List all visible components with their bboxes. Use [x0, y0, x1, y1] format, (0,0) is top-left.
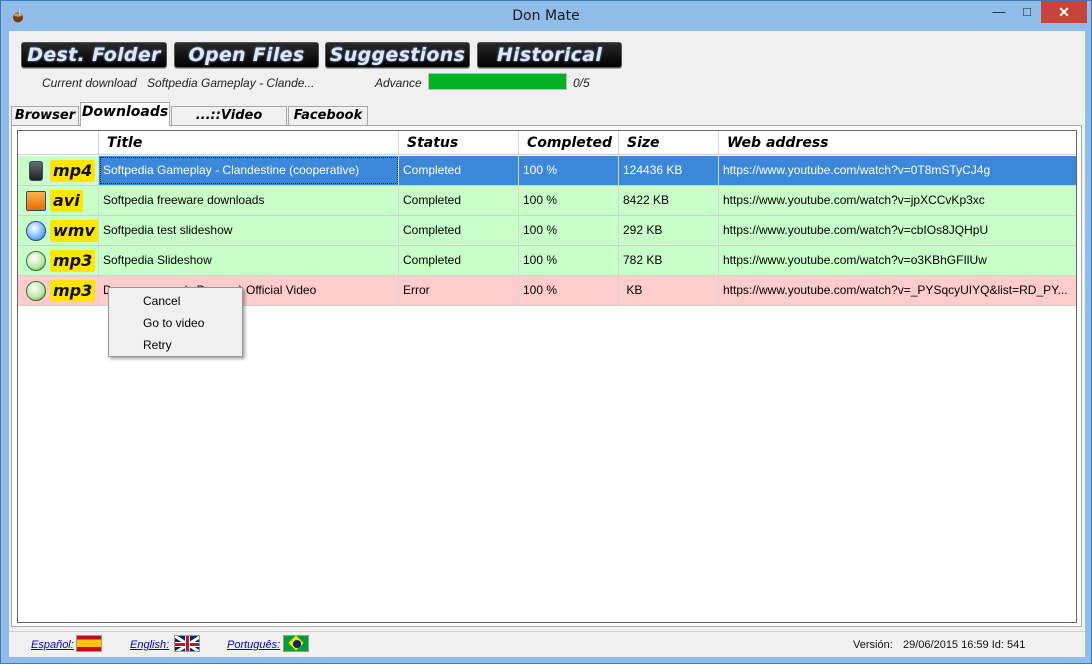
tab-video-club[interactable]: ...::Video Club::...	[171, 106, 287, 141]
phone-icon	[29, 161, 43, 181]
format-cell: mp3	[18, 246, 99, 275]
brazil-flag-icon[interactable]	[283, 635, 309, 652]
suggestions-button[interactable]: Suggestions	[325, 42, 470, 68]
progress-fill	[429, 74, 566, 89]
version-value: 29/06/2015 16:59 Id: 541	[903, 639, 1026, 651]
format-badge: mp3	[50, 250, 96, 272]
completed-cell[interactable]: 100 %	[519, 216, 619, 245]
title-cell[interactable]: Softpedia freeware downloads	[99, 186, 399, 215]
window-title: Don Mate	[512, 8, 580, 24]
tab-facebook[interactable]: Facebook	[288, 106, 368, 125]
column-header-web-address[interactable]: Web address	[719, 131, 1076, 155]
completed-cell[interactable]: 100 %	[519, 246, 619, 275]
format-badge: avi	[50, 190, 83, 212]
title-cell[interactable]: Softpedia Gameplay - Clandestine (cooper…	[99, 156, 399, 185]
title-bar[interactable]: Don Mate — □ ✕	[1, 1, 1091, 31]
music-note-icon	[26, 281, 46, 301]
status-cell[interactable]: Completed	[399, 216, 519, 245]
format-badge: mp3	[50, 280, 96, 302]
size-cell[interactable]: 8422 KB	[619, 186, 719, 215]
current-download-label: Current download	[42, 76, 137, 90]
uk-flag-icon[interactable]	[174, 635, 200, 652]
completed-cell[interactable]: 100 %	[519, 186, 619, 215]
completed-cell[interactable]: 100 %	[519, 276, 619, 305]
advance-progress-bar	[428, 73, 567, 90]
title-cell[interactable]: Softpedia Slideshow	[99, 246, 399, 275]
grid-header: Title Status Completed Size Web address	[18, 131, 1076, 155]
column-header-status[interactable]: Status	[399, 131, 519, 155]
version-label: Versión:	[853, 639, 893, 651]
column-header-format[interactable]	[18, 131, 99, 155]
completed-cell[interactable]: 100 %	[519, 156, 619, 185]
maximize-button[interactable]: □	[1014, 1, 1040, 23]
music-note-icon	[26, 251, 46, 271]
context-menu: Cancel Go to video Retry	[108, 287, 243, 357]
title-cell[interactable]: Softpedia test slideshow	[99, 216, 399, 245]
web-address-cell[interactable]: https://www.youtube.com/watch?v=jpXCCvKp…	[719, 186, 1076, 215]
downloads-grid[interactable]: Title Status Completed Size Web address …	[17, 130, 1077, 623]
close-button[interactable]: ✕	[1041, 1, 1087, 23]
dest-folder-button[interactable]: Dest. Folder	[21, 42, 167, 68]
web-address-cell[interactable]: https://www.youtube.com/watch?v=cbIOs8JQ…	[719, 216, 1076, 245]
minimize-button[interactable]: —	[986, 1, 1012, 23]
table-row[interactable]: wmv Softpedia test slideshow Completed 1…	[18, 216, 1076, 246]
format-cell: wmv	[18, 216, 99, 245]
size-cell[interactable]: 124436 KB	[619, 156, 719, 185]
context-retry-item[interactable]: Retry	[111, 334, 240, 356]
column-header-title[interactable]: Title	[99, 131, 399, 155]
status-cell[interactable]: Completed	[399, 156, 519, 185]
status-cell[interactable]: Error	[399, 276, 519, 305]
table-row[interactable]: mp4 Softpedia Gameplay - Clandestine (co…	[18, 156, 1076, 186]
table-row[interactable]: mp3 Softpedia Slideshow Completed 100 % …	[18, 246, 1076, 276]
column-header-completed[interactable]: Completed	[519, 131, 619, 155]
column-header-size[interactable]: Size	[619, 131, 719, 155]
size-cell[interactable]: 292 KB	[619, 216, 719, 245]
size-cell[interactable]: KB	[619, 276, 719, 305]
media-player-icon	[26, 221, 46, 241]
portuguese-language-link[interactable]: Português:	[227, 639, 280, 651]
downloads-tab-page: Title Status Completed Size Web address …	[11, 125, 1082, 627]
status-cell[interactable]: Completed	[399, 246, 519, 275]
format-cell: mp4	[18, 156, 99, 185]
app-window: Don Mate — □ ✕ Dest. Folder Open Files S…	[0, 0, 1092, 664]
web-address-cell[interactable]: https://www.youtube.com/watch?v=0T8mSTyC…	[719, 156, 1076, 185]
format-badge: mp4	[50, 160, 96, 182]
current-download-value: Softpedia Gameplay - Clande...	[147, 76, 315, 90]
size-cell[interactable]: 782 KB	[619, 246, 719, 275]
format-cell: mp3	[18, 276, 99, 305]
footer-bar: Español: English: Português: Versión: 29…	[9, 631, 1085, 657]
progress-count: 0/5	[573, 76, 590, 90]
film-icon	[26, 191, 46, 211]
historical-button[interactable]: Historical	[477, 42, 622, 68]
table-row[interactable]: avi Softpedia freeware downloads Complet…	[18, 186, 1076, 216]
status-cell[interactable]: Completed	[399, 186, 519, 215]
spanish-language-link[interactable]: Español:	[31, 639, 74, 651]
advance-label: Advance	[375, 76, 422, 90]
format-cell: avi	[18, 186, 99, 215]
context-go-to-video-item[interactable]: Go to video	[111, 312, 240, 334]
open-files-button[interactable]: Open Files	[174, 42, 319, 68]
tab-browser[interactable]: Browser	[11, 106, 79, 125]
web-address-cell[interactable]: https://www.youtube.com/watch?v=_PYSqcyU…	[719, 276, 1076, 305]
english-language-link[interactable]: English:	[130, 639, 169, 651]
format-badge: wmv	[50, 220, 98, 242]
spain-flag-icon[interactable]	[76, 635, 102, 652]
web-address-cell[interactable]: https://www.youtube.com/watch?v=o3KBhGFI…	[719, 246, 1076, 275]
tab-downloads[interactable]: Downloads	[80, 102, 170, 126]
context-cancel-item[interactable]: Cancel	[111, 290, 240, 312]
